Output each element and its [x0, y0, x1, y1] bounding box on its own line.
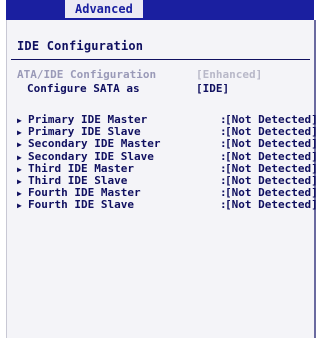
- title-divider: [11, 59, 310, 60]
- ide-device-row[interactable]: ▶ Third IDE Master: [Not Detected]: [17, 161, 318, 175]
- submenu-arrow-icon: ▶: [17, 140, 22, 150]
- ide-device-status: [Not Detected]: [225, 149, 318, 163]
- ide-device-row[interactable]: ▶ Primary IDE Slave: [Not Detected]: [17, 125, 318, 139]
- ide-device-status: [Not Detected]: [225, 186, 318, 200]
- submenu-arrow-icon: ▶: [17, 189, 22, 199]
- ide-device-row[interactable]: ▶ Primary IDE Master: [Not Detected]: [17, 113, 318, 126]
- submenu-arrow-icon: ▶: [17, 177, 22, 186]
- page-title: IDE Configuration: [17, 39, 144, 53]
- tab-advanced[interactable]: Advanced: [65, 0, 143, 18]
- ide-device-label: Fourth IDE Master: [28, 186, 141, 200]
- ide-device-label: Third IDE Slave: [28, 174, 128, 187]
- ide-device-label: Primary IDE Master: [28, 113, 148, 126]
- ide-device-label: Secondary IDE Master: [28, 137, 161, 151]
- submenu-arrow-icon: ▶: [17, 164, 22, 174]
- submenu-arrow-icon: ▶: [17, 152, 22, 162]
- submenu-arrow-icon: ▶: [17, 201, 22, 211]
- bios-menu-bar: Advanced: [6, 0, 314, 20]
- ide-device-label: Fourth IDE Slave: [28, 198, 134, 212]
- submenu-arrow-icon: ▶: [17, 116, 22, 125]
- ide-configuration-panel: IDE Configuration ATA/IDE Configuration …: [6, 20, 318, 338]
- ata-ide-configuration-label: ATA/IDE Configuration: [17, 68, 157, 81]
- ide-device-status: [Not Detected]: [225, 113, 318, 126]
- submenu-arrow-icon: ▶: [17, 128, 22, 138]
- ide-device-row[interactable]: ▶ Fourth IDE Master: [Not Detected]: [17, 186, 318, 200]
- ide-device-label: Third IDE Master: [28, 161, 134, 175]
- ide-device-label: Secondary IDE Slave: [28, 149, 154, 163]
- ide-device-row[interactable]: ▶ Third IDE Slave: [Not Detected]: [17, 174, 318, 187]
- ide-device-status: [Not Detected]: [225, 137, 318, 151]
- ide-device-row[interactable]: ▶ Fourth IDE Slave: [Not Detected]: [17, 198, 318, 212]
- configure-sata-label: Configure SATA as: [27, 82, 140, 95]
- ata-ide-configuration-value[interactable]: [Enhanced]: [196, 69, 262, 81]
- ide-device-status: [Not Detected]: [225, 161, 318, 175]
- ide-device-status: [Not Detected]: [225, 174, 318, 187]
- ide-device-status: [Not Detected]: [225, 198, 318, 212]
- configure-sata-row[interactable]: Configure SATA as [IDE]: [17, 83, 308, 95]
- ide-device-row[interactable]: ▶ Secondary IDE Master: [Not Detected]: [17, 137, 318, 151]
- configure-sata-value[interactable]: [IDE]: [196, 83, 229, 95]
- ide-device-status: [Not Detected]: [225, 125, 318, 139]
- ata-ide-configuration-row[interactable]: ATA/IDE Configuration [Enhanced]: [17, 69, 308, 81]
- ide-device-label: Primary IDE Slave: [28, 125, 141, 139]
- ide-device-row[interactable]: ▶ Secondary IDE Slave: [Not Detected]: [17, 149, 318, 163]
